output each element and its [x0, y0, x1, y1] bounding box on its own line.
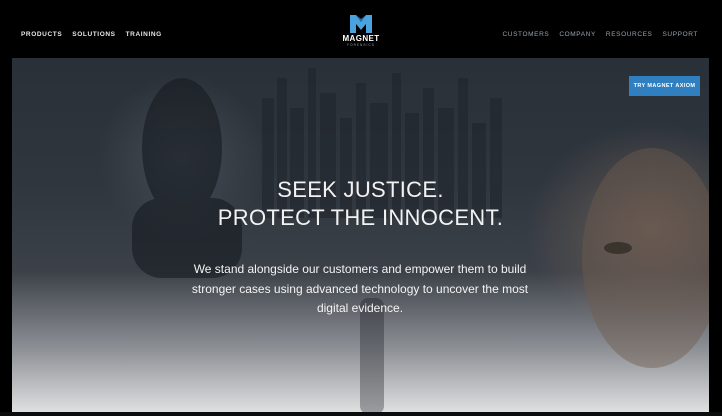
nav-customers[interactable]: CUSTOMERS	[503, 31, 550, 38]
nav-training[interactable]: TRAINING	[126, 31, 162, 38]
primary-nav: PRODUCTS SOLUTIONS TRAINING	[21, 31, 162, 38]
logo-tagline: FORENSICS	[347, 43, 375, 47]
magnet-logo[interactable]: MAGNET FORENSICS	[341, 15, 381, 55]
site-header: PRODUCTS SOLUTIONS TRAINING MAGNET FOREN…	[0, 0, 722, 58]
headline-line-1: SEEK JUSTICE.	[277, 177, 444, 202]
m-logo-icon	[350, 15, 372, 33]
secondary-nav: CUSTOMERS COMPANY RESOURCES SUPPORT	[503, 31, 699, 38]
try-magnet-axiom-button[interactable]: TRY MAGNET AXIOM	[629, 76, 700, 96]
logo-wordmark: MAGNET	[342, 34, 380, 43]
hero-background-image	[132, 68, 709, 414]
page: PRODUCTS SOLUTIONS TRAINING MAGNET FOREN…	[0, 0, 722, 416]
headline-line-2: PROTECT THE INNOCENT.	[217, 205, 504, 230]
nav-support[interactable]: SUPPORT	[662, 31, 698, 38]
nav-company[interactable]: COMPANY	[559, 31, 596, 38]
nav-resources[interactable]: RESOURCES	[606, 31, 653, 38]
bottom-edge	[0, 412, 722, 416]
hero-subtext: We stand alongside our customers and emp…	[191, 262, 529, 315]
nav-products[interactable]: PRODUCTS	[21, 31, 62, 38]
nav-solutions[interactable]: SOLUTIONS	[72, 31, 115, 38]
hero-banner: TRY MAGNET AXIOM SEEK JUSTICE. PROTECT T…	[12, 58, 709, 414]
hero-headline: SEEK JUSTICE. PROTECT THE INNOCENT.	[12, 176, 709, 232]
